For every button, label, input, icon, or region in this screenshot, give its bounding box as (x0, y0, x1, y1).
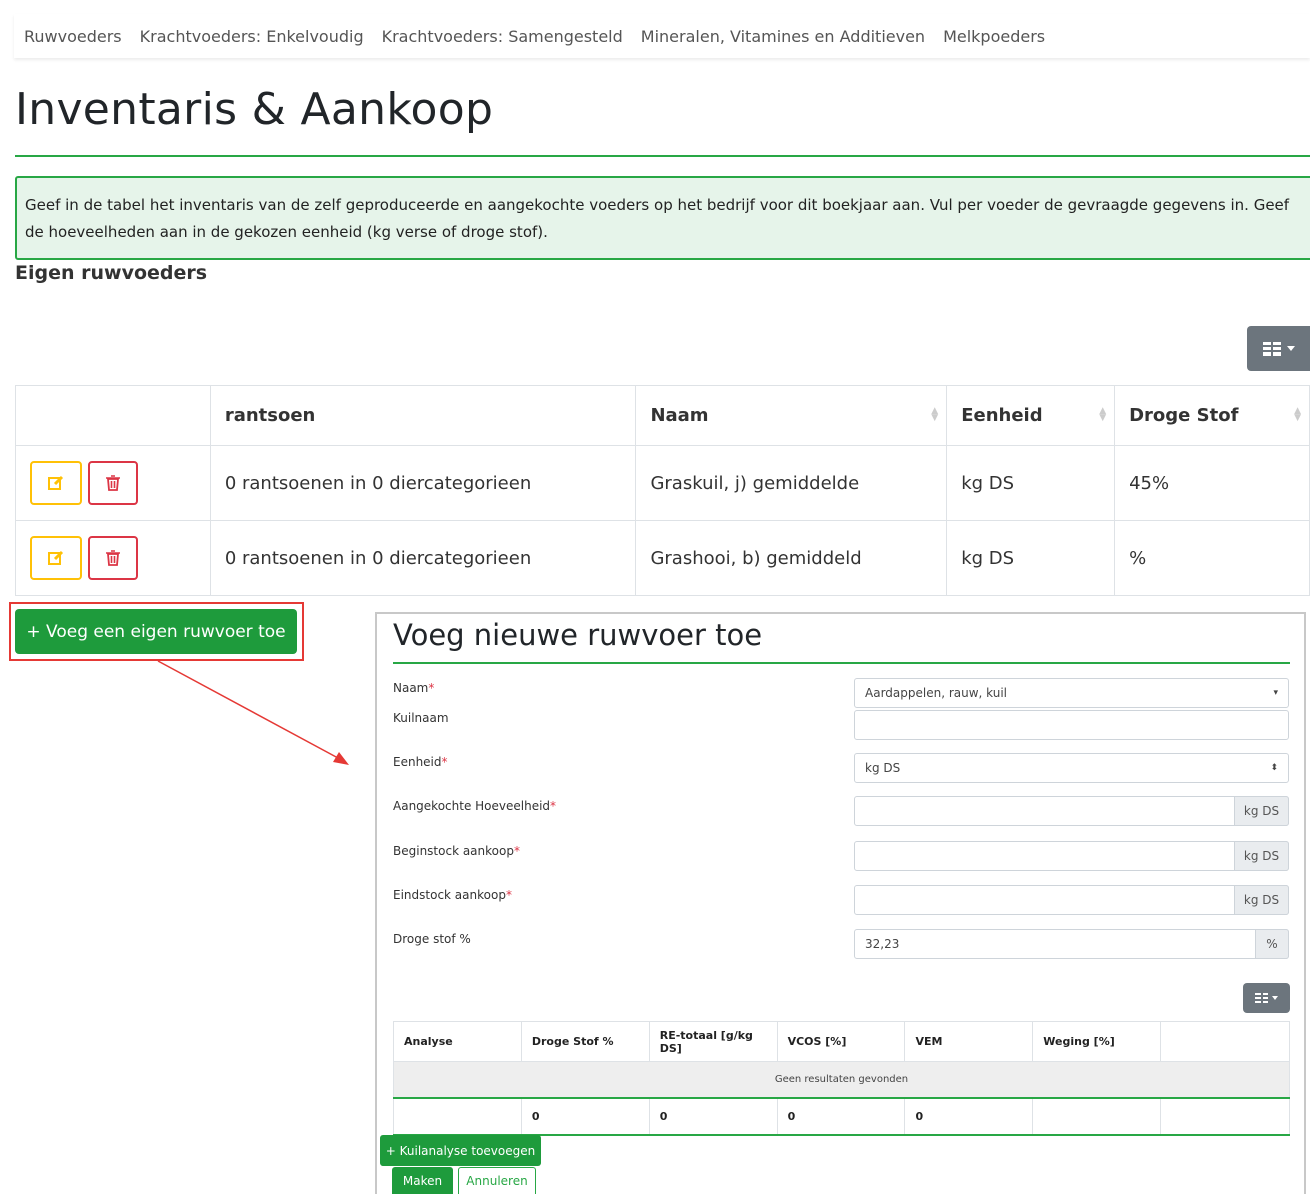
header-analyse: Analyse (393, 1021, 522, 1062)
cancel-button[interactable]: Annuleren (458, 1167, 536, 1194)
aangekocht-label: Aangekochte Hoeveelheid* (393, 799, 557, 813)
header-weging: Weging [%] (1032, 1021, 1162, 1062)
total-cell: 0 (776, 1097, 906, 1136)
grid-icon (1255, 993, 1268, 1003)
eindstock-input[interactable]: kg DS (854, 885, 1289, 915)
droge-stof-label: Droge stof % (393, 932, 471, 946)
beginstock-label: Beginstock aankoop* (393, 844, 520, 858)
modal-title: Voeg nieuwe ruwvoer toe (393, 618, 763, 652)
add-kuilanalyse-button[interactable]: + Kuilanalyse toevoegen (380, 1135, 541, 1166)
eenheid-select-value: kg DS (865, 761, 901, 775)
unit-addon: kg DS (1234, 796, 1289, 826)
eenheid-select[interactable]: kg DS ⬍ (854, 753, 1289, 783)
droge-stof-input[interactable]: 32,23% (854, 929, 1289, 959)
droge-stof-value: 32,23 (865, 937, 900, 951)
header-re-totaal: RE-totaal [g/kg DS] (648, 1021, 778, 1062)
total-cell (1160, 1097, 1290, 1136)
unit-addon: % (1255, 929, 1289, 959)
naam-label: Naam* (393, 681, 435, 695)
unit-addon: kg DS (1234, 885, 1289, 915)
caret-down-icon (1272, 996, 1278, 1000)
header-vcos: VCOS [%] (776, 1021, 906, 1062)
add-ruwvoer-modal: Voeg nieuwe ruwvoer toe Naam* Aardappele… (375, 612, 1306, 1194)
aangekocht-input[interactable]: kg DS (854, 796, 1289, 826)
sort-select-icon: ⬍ (1270, 763, 1278, 773)
eenheid-label: Eenheid* (393, 755, 448, 769)
empty-message: Geen resultaten gevonden (393, 1061, 1290, 1099)
eindstock-label: Eindstock aankoop* (393, 888, 512, 902)
kuilnaam-label: Kuilnaam (393, 711, 449, 725)
analysis-header-row: Analyse Droge Stof % RE-totaal [g/kg DS]… (393, 1021, 1290, 1062)
unit-addon: kg DS (1234, 841, 1289, 871)
naam-select-value: Aardappelen, rauw, kuil (865, 686, 1008, 700)
total-cell (1032, 1097, 1162, 1136)
header-vem: VEM (904, 1021, 1034, 1062)
total-cell: 0 (520, 1097, 650, 1136)
analysis-table: Analyse Droge Stof % RE-totaal [g/kg DS]… (393, 1021, 1290, 1136)
header-droge-stof: Droge Stof % (520, 1021, 650, 1062)
kuilnaam-input[interactable] (854, 710, 1289, 740)
create-button[interactable]: Maken (392, 1167, 453, 1194)
naam-select[interactable]: Aardappelen, rauw, kuil ▾ (854, 678, 1289, 708)
total-cell (393, 1097, 522, 1136)
total-cell: 0 (648, 1097, 778, 1136)
beginstock-input[interactable]: kg DS (854, 841, 1289, 871)
analysis-columns-toggle-button[interactable] (1243, 983, 1290, 1013)
chevron-down-icon: ▾ (1273, 688, 1278, 698)
totals-row: 0 0 0 0 (393, 1097, 1290, 1136)
total-cell: 0 (904, 1097, 1034, 1136)
modal-title-divider (393, 662, 1290, 664)
header-empty (1160, 1021, 1290, 1062)
empty-row: Geen resultaten gevonden (393, 1061, 1290, 1099)
